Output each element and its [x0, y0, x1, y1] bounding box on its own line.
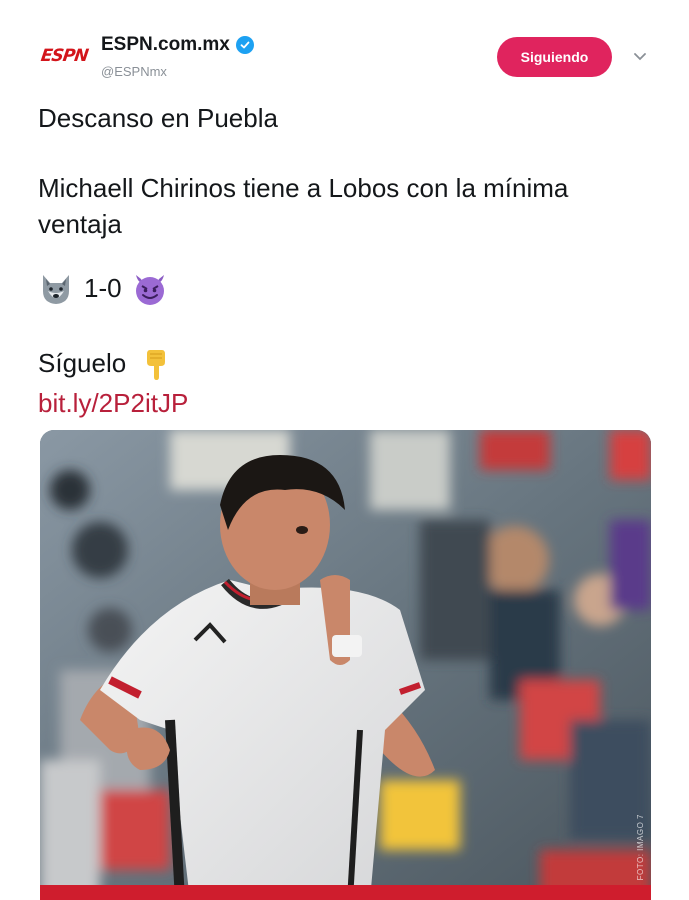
account-handle[interactable]: @ESPNmx [101, 64, 254, 79]
wolf-face-emoji-icon [38, 271, 74, 307]
account-name-block[interactable]: ESPN.com.mx @ESPNmx [101, 34, 254, 79]
verified-badge-icon [235, 36, 254, 54]
score-text: 1-0 [84, 273, 122, 303]
tweet-line-1: Descanso en Puebla [38, 103, 278, 133]
score-line: 1-0 [38, 270, 168, 307]
display-name-text: ESPN.com.mx [101, 34, 230, 55]
tweet-header: ESPN ESPN.com.mx @ESPNmx Siguiendo [0, 0, 689, 100]
tweet-line-2: Michaell Chirinos tiene a Lobos con la m… [38, 173, 569, 203]
tweet-media-photo[interactable]: FOTO: IMAGO 7 [40, 430, 651, 900]
account-avatar[interactable]: ESPN [38, 40, 90, 72]
pointing-down-emoji-icon [138, 346, 174, 382]
cta-line: Síguelo [38, 345, 174, 382]
tweet-line-3: ventaja [38, 209, 122, 239]
photo-credit: FOTO: IMAGO 7 [636, 813, 645, 880]
display-name[interactable]: ESPN.com.mx [101, 34, 254, 56]
smiling-imp-emoji-icon [132, 271, 168, 307]
chevron-down-icon[interactable] [630, 50, 650, 64]
following-button[interactable]: Siguiendo [497, 37, 612, 77]
tweet-link[interactable]: bit.ly/2P2itJP [38, 388, 188, 418]
cta-text: Síguelo [38, 348, 127, 378]
tweet-link-line: bit.ly/2P2itJP [38, 385, 188, 422]
espn-logo: ESPN [39, 46, 89, 66]
